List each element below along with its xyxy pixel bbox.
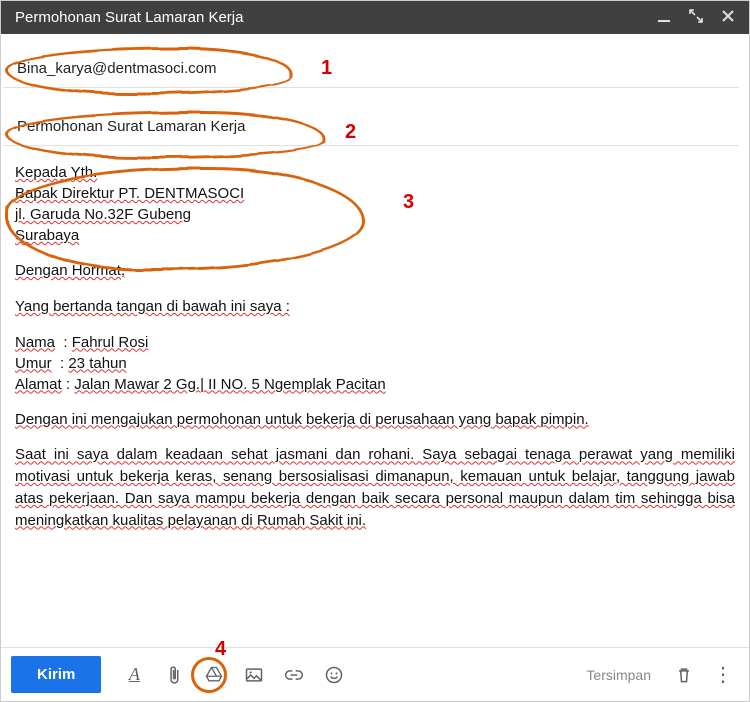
addr-line: Kepada Yth. xyxy=(15,164,97,181)
link-icon[interactable] xyxy=(277,658,311,692)
close-icon[interactable] xyxy=(721,9,735,26)
drive-icon[interactable] xyxy=(197,658,231,692)
greeting: Dengan Hormat, xyxy=(15,262,125,279)
formatting-icon[interactable]: A xyxy=(117,658,151,692)
addr-line: Bapak Direktur PT. DENTMASOCI xyxy=(15,185,244,202)
emoji-icon[interactable] xyxy=(317,658,351,692)
saved-status: Tersimpan xyxy=(586,667,651,683)
paragraph-2: Saat ini saya dalam keadaan sehat jasman… xyxy=(15,446,735,528)
attach-icon[interactable] xyxy=(157,658,191,692)
applicant-details: Nama : Fahrul Rosi Umur : 23 tahun Alama… xyxy=(15,332,735,395)
subject-field[interactable]: Permohonan Surat Lamaran Kerja xyxy=(3,108,739,146)
addr-line: Surabaya xyxy=(15,227,79,244)
trash-icon[interactable] xyxy=(667,658,701,692)
addr-line: jl. Garuda No.32F Gubeng xyxy=(15,206,191,223)
compose-window: Permohonan Surat Lamaran Kerja Bina_kary… xyxy=(0,0,750,702)
image-icon[interactable] xyxy=(237,658,271,692)
titlebar: Permohonan Surat Lamaran Kerja xyxy=(1,1,749,34)
body-editor[interactable]: Kepada Yth. Bapak Direktur PT. DENTMASOC… xyxy=(1,146,749,647)
intro-line: Yang bertanda tangan di bawah ini saya : xyxy=(15,298,290,315)
window-controls xyxy=(657,9,735,26)
expand-icon[interactable] xyxy=(689,9,703,26)
compose-toolbar: Kirim A Tersimpan ⋮ xyxy=(1,647,749,701)
window-title: Permohonan Surat Lamaran Kerja xyxy=(15,9,243,26)
more-icon[interactable]: ⋮ xyxy=(707,662,739,687)
send-button[interactable]: Kirim xyxy=(11,656,101,693)
minimize-icon[interactable] xyxy=(657,9,671,26)
subject-value: Permohonan Surat Lamaran Kerja xyxy=(17,118,245,135)
to-value: Bina_karya@dentmasoci.com xyxy=(17,60,216,77)
to-field[interactable]: Bina_karya@dentmasoci.com xyxy=(3,50,739,88)
paragraph-1: Dengan ini mengajukan permohonan untuk b… xyxy=(15,411,589,428)
recipient-address: Kepada Yth. Bapak Direktur PT. DENTMASOC… xyxy=(15,162,735,246)
